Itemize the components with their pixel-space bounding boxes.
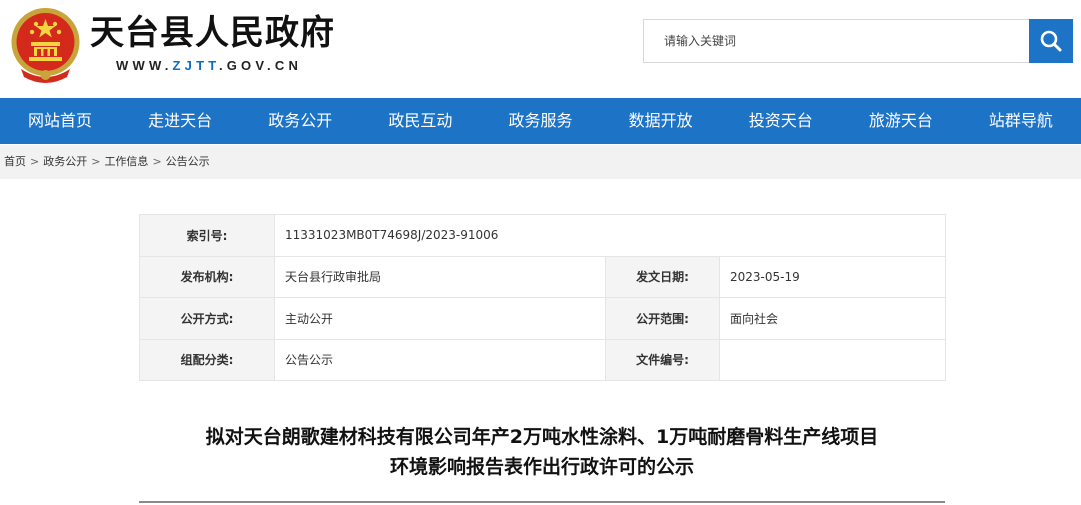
- site-url: WWW.ZJTT.GOV.CN: [116, 58, 302, 73]
- nav-item-investment[interactable]: 投资天台: [721, 98, 841, 144]
- search-button[interactable]: [1029, 19, 1073, 63]
- site-title[interactable]: 天台县人民政府: [90, 10, 335, 56]
- breadcrumb-separator: >: [30, 155, 40, 168]
- nav-item-interaction[interactable]: 政民互动: [360, 98, 480, 144]
- docno-value: [719, 338, 946, 381]
- main-nav: 网站首页 走进天台 政务公开 政民互动 政务服务 数据开放 投资天台 旅游天台 …: [0, 98, 1081, 144]
- nav-item-tourism[interactable]: 旅游天台: [841, 98, 961, 144]
- index-value: 11331023MB0T74698J/2023-91006: [274, 214, 946, 257]
- national-emblem-icon[interactable]: [7, 5, 84, 85]
- site-header: 天台县人民政府 WWW.ZJTT.GOV.CN: [0, 0, 1081, 97]
- breadcrumb-work-info[interactable]: 工作信息: [104, 155, 148, 168]
- scope-value: 面向社会: [719, 297, 946, 340]
- category-value: 公告公示: [274, 338, 606, 381]
- site-url-suffix: .GOV.CN: [218, 58, 303, 73]
- title-divider: [139, 501, 945, 503]
- date-value: 2023-05-19: [719, 255, 946, 298]
- breadcrumb-home[interactable]: 首页: [4, 155, 26, 168]
- method-value: 主动公开: [274, 297, 606, 340]
- docno-label: 文件编号:: [605, 338, 720, 381]
- scope-label: 公开范围:: [605, 297, 720, 340]
- method-label: 公开方式:: [139, 297, 275, 340]
- meta-row-publisher: 发布机构: 天台县行政审批局 发文日期: 2023-05-19: [139, 255, 946, 298]
- site-url-prefix: WWW.: [116, 58, 173, 73]
- nav-item-services[interactable]: 政务服务: [480, 98, 600, 144]
- meta-row-index: 索引号: 11331023MB0T74698J/2023-91006: [139, 214, 946, 257]
- breadcrumb-separator: >: [91, 155, 101, 168]
- meta-row-method: 公开方式: 主动公开 公开范围: 面向社会: [139, 297, 946, 340]
- nav-item-about[interactable]: 走进天台: [120, 98, 240, 144]
- nav-item-open-government[interactable]: 政务公开: [240, 98, 360, 144]
- breadcrumb-open-government[interactable]: 政务公开: [43, 155, 87, 168]
- meta-row-category: 组配分类: 公告公示 文件编号:: [139, 338, 946, 381]
- nav-item-site-group[interactable]: 站群导航: [961, 98, 1081, 144]
- nav-item-home[interactable]: 网站首页: [0, 98, 120, 144]
- date-label: 发文日期:: [605, 255, 720, 298]
- search-input[interactable]: [643, 19, 1029, 63]
- index-label: 索引号:: [139, 214, 275, 257]
- article-title-line-1: 拟对天台朗歌建材科技有限公司年产2万吨水性涂料、1万吨耐磨骨料生产线项目: [205, 426, 879, 448]
- publisher-value: 天台县行政审批局: [274, 255, 606, 298]
- breadcrumb-announcements[interactable]: 公告公示: [166, 155, 210, 168]
- article-title-line-2: 环境影响报告表作出行政许可的公示: [389, 456, 694, 478]
- breadcrumb: 首页 > 政务公开 > 工作信息 > 公告公示: [0, 145, 1081, 179]
- breadcrumb-separator: >: [152, 155, 162, 168]
- publisher-label: 发布机构:: [139, 255, 275, 298]
- nav-item-open-data[interactable]: 数据开放: [601, 98, 721, 144]
- article-title: 拟对天台朗歌建材科技有限公司年产2万吨水性涂料、1万吨耐磨骨料生产线项目 环境影…: [139, 422, 945, 482]
- site-url-highlight: ZJTT: [172, 58, 219, 73]
- category-label: 组配分类:: [139, 338, 275, 381]
- document-meta-table: 索引号: 11331023MB0T74698J/2023-91006 发布机构:…: [139, 214, 946, 381]
- search-icon: [1040, 30, 1062, 52]
